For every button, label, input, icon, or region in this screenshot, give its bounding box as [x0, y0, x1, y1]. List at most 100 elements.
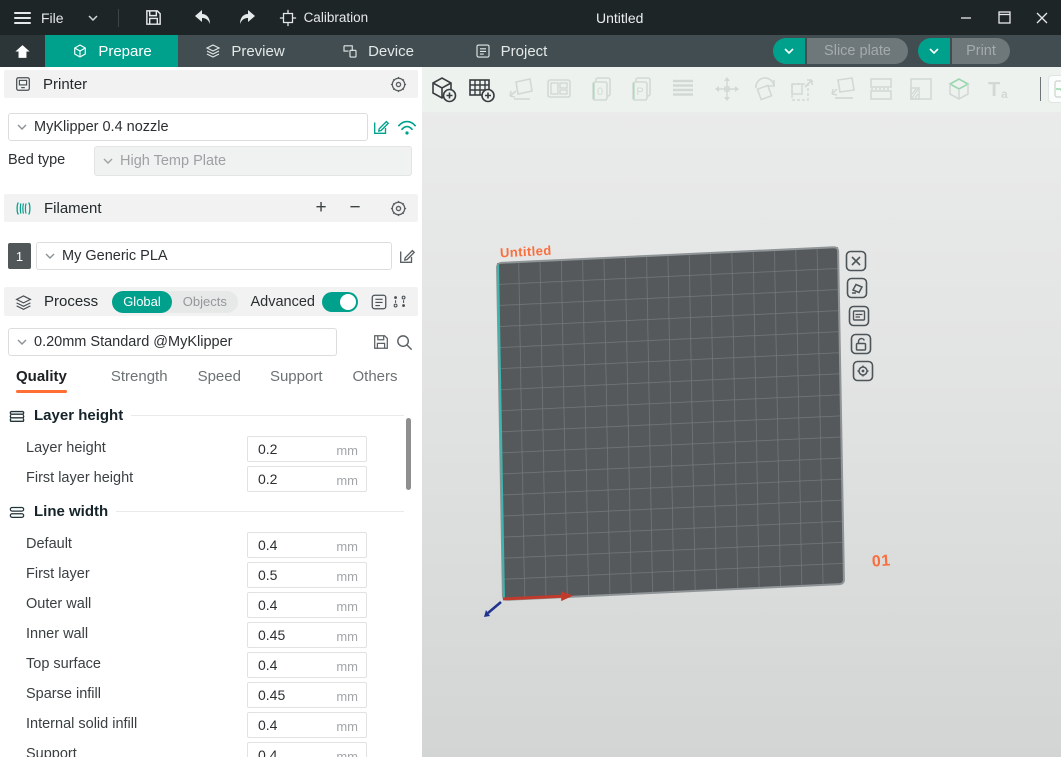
clone-object-icon[interactable]: 0 — [588, 74, 618, 104]
scope-global-button[interactable]: Global — [112, 291, 172, 313]
tab-speed[interactable]: Speed — [198, 368, 241, 393]
param-field[interactable]: mm — [247, 652, 367, 678]
slice-dropdown-button[interactable] — [773, 38, 805, 64]
rotate-tool-icon[interactable] — [750, 74, 780, 104]
bed-type-dropdown[interactable]: High Temp Plate — [94, 146, 412, 176]
save-icon[interactable] — [139, 3, 169, 33]
slice-plate-button[interactable]: Slice plate — [807, 38, 908, 64]
slice-plate-button-group: Slice plate — [773, 38, 908, 64]
filament-settings-gear-icon[interactable] — [389, 199, 408, 218]
scope-objects-button[interactable]: Objects — [172, 291, 238, 313]
tab-device[interactable]: Device — [311, 35, 444, 67]
param-field[interactable]: mm — [247, 742, 367, 757]
lay-on-face-icon[interactable] — [828, 74, 858, 104]
tab-others[interactable]: Others — [353, 368, 398, 393]
param-value-input[interactable] — [248, 627, 318, 643]
tab-support[interactable]: Support — [270, 368, 323, 393]
build-plate[interactable] — [422, 67, 1061, 757]
param-field[interactable]: mm — [247, 562, 367, 588]
tab-preview[interactable]: Preview — [178, 35, 311, 67]
filament-icon — [14, 200, 33, 217]
undo-icon[interactable] — [187, 3, 217, 33]
file-menu-chevron-icon[interactable] — [88, 15, 98, 21]
print-dropdown-button[interactable] — [918, 38, 950, 64]
param-value-input[interactable] — [248, 597, 318, 613]
search-icon[interactable] — [395, 333, 414, 352]
process-preset-dropdown[interactable]: 0.20mm Standard @MyKlipper — [8, 328, 337, 356]
redo-icon[interactable] — [233, 3, 263, 33]
param-value-input[interactable] — [248, 537, 318, 553]
param-value-input[interactable] — [248, 657, 318, 673]
parameter-tune-icon[interactable] — [392, 293, 408, 311]
param-label: Default — [26, 536, 72, 552]
filament-slot-badge[interactable]: 1 — [8, 243, 31, 269]
paste-object-icon[interactable]: P — [628, 74, 658, 104]
tab-quality[interactable]: Quality — [16, 368, 67, 393]
move-tool-icon[interactable] — [712, 74, 742, 104]
tab-project[interactable]: Project — [444, 35, 577, 67]
split-objects-icon[interactable] — [544, 74, 574, 104]
maximize-button[interactable] — [985, 0, 1023, 35]
scale-tool-icon[interactable] — [788, 74, 818, 104]
file-menu[interactable]: File — [41, 10, 64, 26]
filament-preset-dropdown[interactable]: My Generic PLA — [36, 242, 392, 270]
param-field[interactable]: mm — [247, 622, 367, 648]
save-preset-icon[interactable] — [372, 333, 390, 351]
arrange-plate-icon[interactable] — [846, 277, 868, 299]
param-unit: mm — [336, 569, 358, 584]
remove-filament-button[interactable]: − — [343, 197, 367, 219]
add-object-icon[interactable] — [428, 74, 458, 104]
param-field[interactable]: mm — [247, 436, 367, 462]
param-value-input[interactable] — [248, 567, 318, 583]
lock-plate-icon[interactable] — [850, 333, 872, 355]
chevron-down-icon — [45, 253, 55, 259]
param-value-input[interactable] — [248, 717, 318, 733]
tab-device-label: Device — [368, 43, 414, 60]
menu-icon[interactable] — [14, 12, 31, 24]
delete-plate-icon[interactable] — [845, 250, 867, 272]
auto-orient-icon[interactable] — [506, 74, 536, 104]
print-button[interactable]: Print — [952, 38, 1010, 64]
cut-tool-icon[interactable] — [866, 74, 896, 104]
tab-prepare[interactable]: Prepare — [45, 35, 178, 67]
layers-list-icon[interactable] — [668, 74, 698, 104]
tab-strength[interactable]: Strength — [111, 368, 168, 393]
printer-section-header: Printer — [4, 70, 418, 98]
printer-preset-dropdown[interactable]: MyKlipper 0.4 nozzle — [8, 113, 368, 141]
param-field[interactable]: mm — [247, 592, 367, 618]
param-value-input[interactable] — [248, 441, 318, 457]
printer-settings-gear-icon[interactable] — [389, 75, 408, 94]
param-field[interactable]: mm — [247, 682, 367, 708]
advanced-toggle[interactable] — [322, 292, 358, 312]
add-plate-icon[interactable] — [466, 74, 496, 104]
param-field[interactable]: mm — [247, 532, 367, 558]
minimize-button[interactable] — [947, 0, 985, 35]
chevron-down-icon — [103, 158, 113, 164]
close-button[interactable] — [1023, 0, 1061, 35]
home-button[interactable] — [0, 35, 45, 67]
support-paint-icon[interactable] — [906, 74, 936, 104]
filament-section-title: Filament — [44, 200, 102, 217]
wifi-icon[interactable] — [397, 119, 417, 136]
mesh-boolean-icon[interactable] — [944, 74, 974, 104]
param-row-sparse-infill: Sparse infill mm — [0, 682, 422, 708]
param-value-input[interactable] — [248, 687, 318, 703]
plate-gear-icon[interactable] — [852, 360, 874, 382]
sidebar-scrollbar[interactable] — [406, 418, 411, 490]
plate-settings-icon[interactable] — [848, 305, 870, 327]
add-filament-button[interactable]: + — [309, 197, 333, 219]
param-field[interactable]: mm — [247, 466, 367, 492]
calibration-button[interactable]: Calibration — [279, 9, 369, 27]
process-icon — [14, 293, 33, 311]
param-value-input[interactable] — [248, 471, 318, 487]
text-tool-icon[interactable]: Ta — [984, 74, 1014, 104]
param-field[interactable]: mm — [247, 712, 367, 738]
parameter-table-icon[interactable] — [370, 293, 388, 311]
edit-filament-icon[interactable] — [398, 247, 416, 265]
param-value-input[interactable] — [248, 747, 318, 757]
edit-printer-icon[interactable] — [372, 118, 390, 136]
viewport-3d[interactable]: Untitled 01 0 P Ta — [422, 67, 1061, 757]
svg-text:T: T — [988, 79, 1000, 101]
plate-name-label[interactable]: Untitled — [500, 243, 552, 261]
seam-paint-icon[interactable] — [1048, 75, 1061, 103]
